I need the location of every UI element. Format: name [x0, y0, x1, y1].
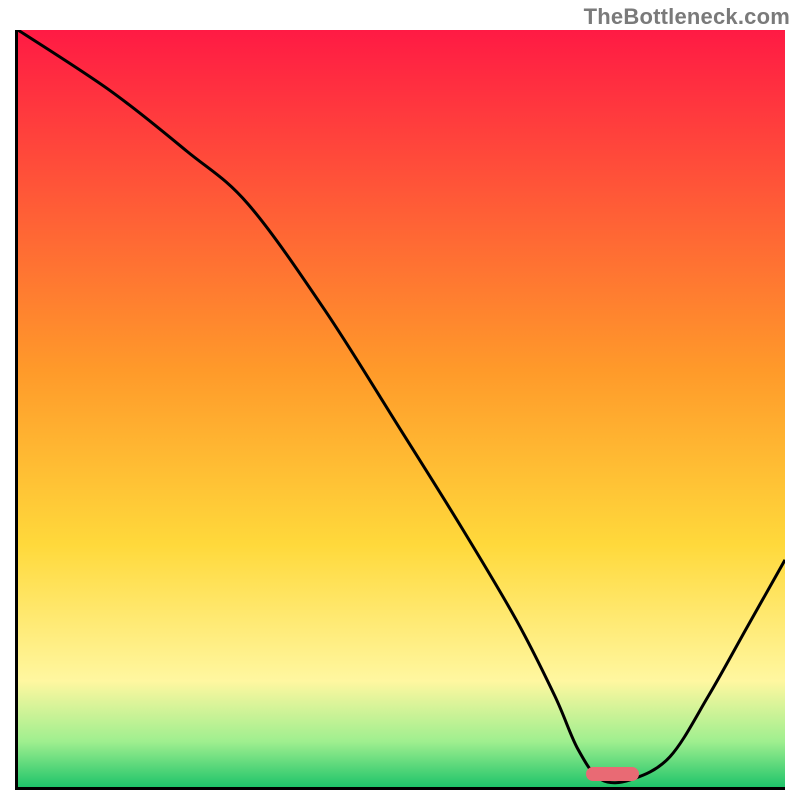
optimal-marker — [586, 767, 640, 781]
plot-area — [15, 30, 785, 790]
chart-frame: TheBottleneck.com — [0, 0, 800, 800]
watermark-text: TheBottleneck.com — [584, 4, 790, 30]
chart-svg — [18, 30, 785, 787]
gradient-fill — [18, 30, 785, 787]
